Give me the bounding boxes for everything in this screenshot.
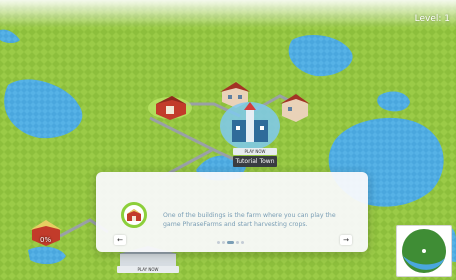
world-map[interactable]: Level: 1 PLAY NOW Tutorial Town 0% PLAY … [0, 0, 456, 280]
dialog-message: One of the buildings is the farm where y… [163, 212, 336, 229]
minimap-icon[interactable] [396, 225, 452, 277]
farm-progress: 0% [40, 236, 52, 244]
previous-button[interactable]: ← [114, 235, 126, 245]
barn-icon [121, 202, 147, 228]
page-dot[interactable] [241, 241, 244, 244]
page-dot[interactable] [217, 241, 220, 244]
tutorial-dialog: One of the buildings is the farm where y… [96, 172, 368, 252]
level-label: Level: 1 [414, 14, 450, 24]
location-name: Tutorial Town [233, 156, 277, 167]
next-button[interactable]: → [340, 235, 352, 245]
page-dot-active[interactable] [227, 241, 234, 244]
page-dot[interactable] [222, 241, 225, 244]
tutorial-town-label[interactable]: PLAY NOW Tutorial Town [233, 148, 277, 167]
play-now-button[interactable]: PLAY NOW [233, 148, 277, 155]
page-dot[interactable] [236, 241, 239, 244]
play-now-button[interactable]: PLAY NOW [117, 266, 179, 273]
town-hall-icon[interactable] [220, 102, 280, 150]
page-indicator [217, 241, 247, 245]
